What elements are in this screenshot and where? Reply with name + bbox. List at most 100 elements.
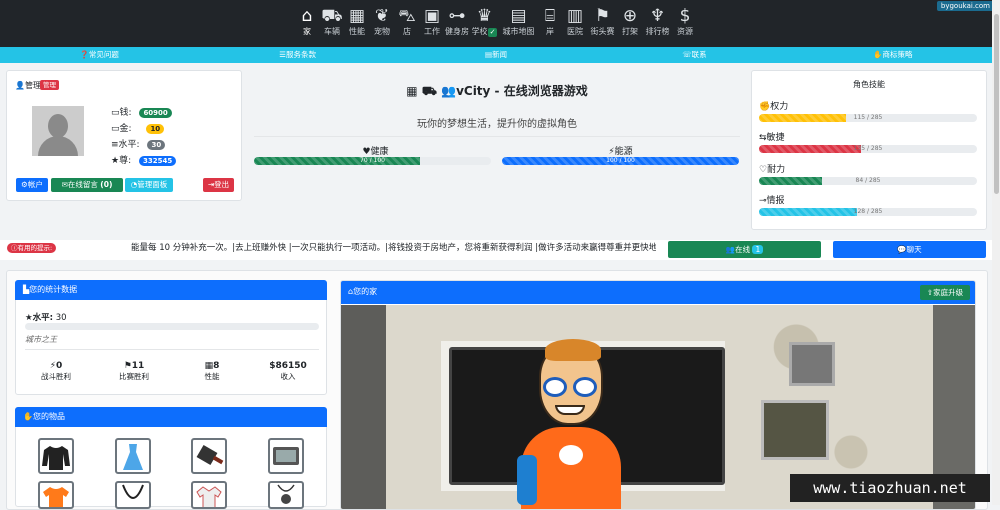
star-icon: ★ — [111, 156, 120, 166]
graduation-cap-icon: ♛ — [476, 6, 493, 26]
retweet-icon: ⇆ — [759, 133, 767, 143]
nav-bank[interactable]: ⌸ 岸 — [538, 5, 563, 37]
cart-icon: ⛍ — [398, 6, 416, 26]
list-icon: ☰ — [279, 50, 286, 59]
health-label: 健康 — [370, 147, 389, 157]
check-icon: ✓ — [487, 28, 498, 37]
question-icon: ❓ — [79, 50, 89, 59]
skills-title: 角色技能 — [853, 80, 885, 89]
health-bar: 70 / 100 — [254, 157, 491, 165]
items-card: ✋您的物品 — [15, 407, 327, 509]
crosshair-icon: ⊕ — [622, 6, 638, 26]
home-header: 您的家 — [353, 287, 378, 296]
nav-home[interactable]: ⌂ 家 — [295, 5, 320, 37]
bank-icon: ⌸ — [544, 6, 556, 26]
skill-bar-agility: 135 / 285 — [759, 145, 977, 153]
character-illustration — [517, 335, 621, 509]
energy-label: 能源 — [614, 147, 633, 157]
nav-vehicles[interactable]: ⛟ 车辆 — [320, 5, 345, 37]
page-title: vCity - 在线浏览器游戏 — [456, 84, 588, 98]
energy-bar: 100 / 100 — [502, 157, 739, 165]
heart-icon: ♥ — [362, 147, 371, 157]
top-navbar: ⌂ 家 ⛟ 车辆 ▦ 性能 ❦ 宠物 ⛍ 店 ▣ 工作 ⊶ 健身房 ♛ 学校 ✓ ▤ 城市地图 ⌸ 岸… — [0, 0, 992, 47]
skill-bar-endurance: 84 / 285 — [759, 177, 977, 185]
profile-card: 👤管理 管理 ▭钱: 60900 ▭金: 10 ≡水平: 30 ★尊: 3325… — [6, 70, 242, 201]
site-badge: bygoukai.com — [936, 1, 994, 11]
car-icon: ⛟ — [421, 84, 437, 98]
power-icon: ✊ — [759, 102, 771, 112]
online-button[interactable]: 👥在线 1 — [668, 241, 821, 258]
logout-button[interactable]: ⇥登出 — [203, 178, 234, 192]
statistics-card: ▙您的统计数据 ★水平: 30 城市之王 ⚡0 战斗胜利 ⚑11 比赛胜利 ▦8 性能… — [15, 280, 327, 395]
item-tablet[interactable] — [268, 438, 304, 474]
building-icon: ▦ — [406, 84, 418, 98]
hand-icon: ✋ — [23, 412, 33, 421]
nav-shop[interactable]: ⛍ 店 — [395, 5, 420, 37]
subnav-contact[interactable]: ☏联系 — [595, 47, 793, 63]
dollar-icon: $ — [679, 6, 691, 26]
nav-street-race[interactable]: ⚑ 街头赛 — [588, 5, 618, 37]
avatar — [32, 106, 84, 156]
subnav-news[interactable]: ▤新闻 — [397, 47, 595, 63]
users-icon: 👥 — [725, 245, 736, 254]
rank-title: 城市之王 — [25, 335, 57, 344]
car-icon: ⛟ — [321, 6, 343, 26]
nav-pets[interactable]: ❦ 宠物 — [370, 5, 395, 37]
message-button[interactable]: ✉在线留言 (0) — [51, 178, 123, 192]
skills-card: 角色技能 ✊权力 115 / 285 ⇆敏捷 135 / 285 ♡耐力 84 … — [751, 70, 987, 230]
nav-hospital[interactable]: ▥ 医院 — [563, 5, 588, 37]
home-upgrade-button[interactable]: ⇧家庭升级 — [920, 285, 970, 300]
skill-bar-power: 115 / 285 — [759, 114, 977, 122]
nav-fight[interactable]: ⊕ 打架 — [618, 5, 643, 37]
star-icon: ★ — [25, 313, 33, 323]
nav-properties[interactable]: ▦ 性能 — [345, 5, 370, 37]
counter-races: ⚑11 比赛胜利 — [119, 361, 149, 381]
nav-school[interactable]: ♛ 学校 ✓ — [470, 5, 500, 37]
gear-icon: ⚙ — [21, 180, 28, 189]
chat-button[interactable]: 💬聊天 — [833, 241, 986, 258]
building-icon: ▦ — [348, 6, 366, 26]
subnav-terms[interactable]: ☰服务条款 — [198, 47, 396, 63]
tip-badge: ⓘ有用的提示: — [7, 243, 57, 253]
gold-icon: ▭ — [111, 124, 120, 134]
flag-icon: ⚑ — [123, 361, 132, 371]
nav-leaderboard[interactable]: ♆ 排行榜 — [643, 5, 673, 37]
headset-icon: ☏ — [682, 50, 692, 59]
flag-icon: ⚑ — [594, 6, 611, 26]
counter-fights: ⚡0 战斗胜利 — [41, 361, 71, 381]
layers-icon: ≡ — [111, 140, 119, 150]
stat-money: ▭钱: 60900 — [111, 105, 172, 118]
comments-icon: 💬 — [897, 245, 907, 254]
nav-work[interactable]: ▣ 工作 — [420, 5, 445, 37]
user-icon: 👤 — [15, 81, 25, 90]
building-icon: ▦ — [204, 361, 214, 371]
admin-badge: 管理 — [40, 80, 59, 90]
account-button[interactable]: ⚙帐户 — [16, 178, 48, 192]
users-icon: 👥 — [441, 84, 457, 98]
stat-level: ≡水平: 30 — [111, 137, 166, 150]
counter-properties: ▦8 性能 — [204, 361, 220, 381]
page-scrollbar[interactable] — [992, 0, 1000, 505]
admin-panel-button[interactable]: ◔管理面板 — [125, 178, 173, 192]
subnav-faq[interactable]: ❓常见问题 — [0, 47, 198, 63]
money-icon: ▭ — [111, 108, 120, 118]
item-cleaver[interactable] — [191, 438, 227, 474]
newspaper-icon: ▤ — [484, 50, 493, 59]
nav-gym[interactable]: ⊶ 健身房 — [445, 5, 470, 37]
scrollbar-thumb[interactable] — [994, 14, 999, 194]
sub-navbar: ❓常见问题 ☰服务条款 ▤新闻 ☏联系 ✋商标策略 — [0, 47, 992, 63]
ticker-text: 能量每 10 分钟补充一次。|去上班赚外快 |一次只能执行一项活动。|将钱投资于… — [131, 243, 656, 253]
trophy-icon: ♆ — [649, 6, 666, 26]
heartbeat-icon: ♡ — [759, 165, 768, 175]
hero-section: ▦ ⛟ 👥vCity - 在线浏览器游戏 玩你的梦想生活，提升你的虚拟角色 ♥健… — [248, 70, 746, 170]
handshake-icon: ✋ — [873, 50, 883, 59]
hospital-icon: ▥ — [566, 6, 584, 26]
item-dress[interactable] — [115, 438, 151, 474]
usb-icon: ⊸ — [759, 196, 767, 206]
item-sweater[interactable] — [38, 438, 74, 474]
nav-city-map[interactable]: ▤ 城市地图 — [500, 5, 538, 37]
home-icon: ⌂ — [301, 6, 313, 26]
nav-resources[interactable]: $ 资源 — [673, 5, 698, 37]
online-count: 1 — [752, 245, 764, 254]
subnav-trademark[interactable]: ✋商标策略 — [794, 47, 992, 63]
